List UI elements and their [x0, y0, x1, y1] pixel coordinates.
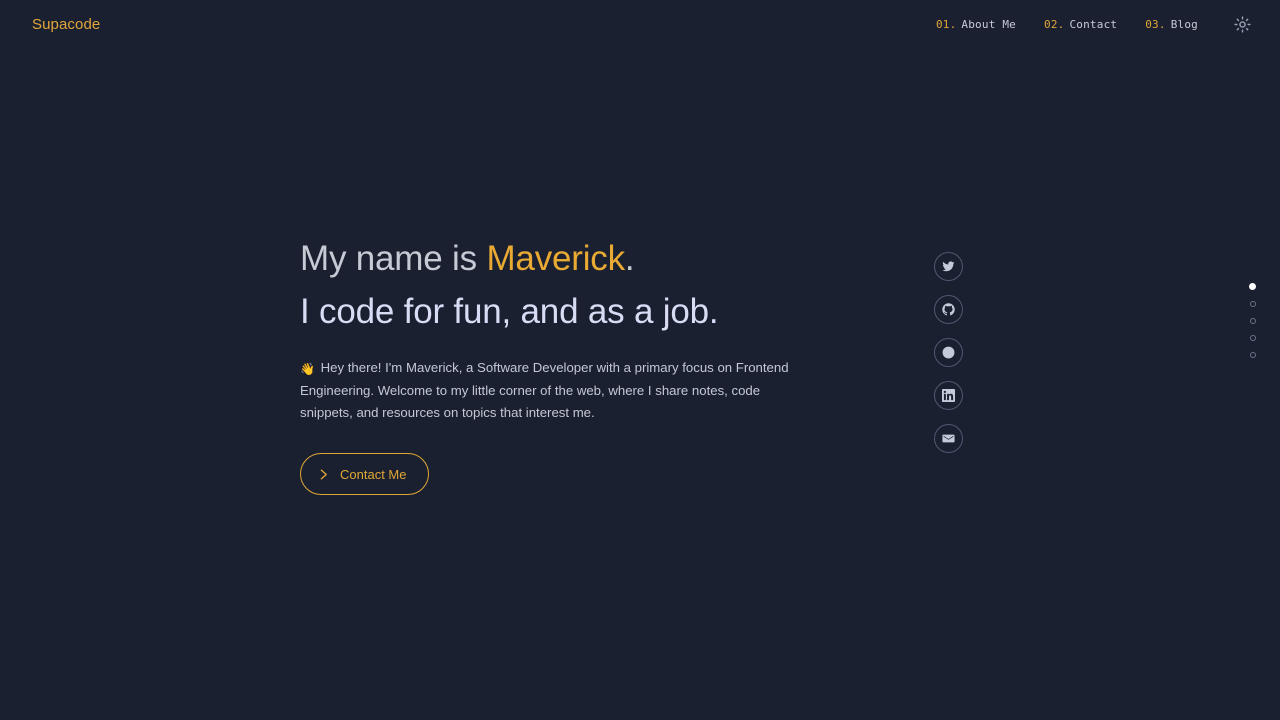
- section-dot[interactable]: [1249, 352, 1256, 358]
- nav-item-about-me[interactable]: 01. About Me: [922, 14, 1030, 35]
- social-link-github[interactable]: [934, 295, 963, 324]
- hero-headline-name: Maverick: [486, 239, 625, 278]
- nav-item-blog[interactable]: 03. Blog: [1131, 14, 1212, 35]
- brand-logo[interactable]: Supacode: [32, 17, 100, 32]
- social-link-dribbble[interactable]: [934, 338, 963, 367]
- sun-icon: [1233, 15, 1251, 33]
- hero-bio: 👋 Hey there! I'm Maverick, a Software De…: [300, 357, 810, 423]
- hero-headline-secondary: I code for fun, and as a job.: [300, 292, 719, 331]
- linkedin-icon: [942, 389, 955, 402]
- social-link-twitter[interactable]: [934, 252, 963, 281]
- section-dot[interactable]: [1249, 318, 1256, 324]
- github-icon: [942, 303, 955, 316]
- chevron-right-icon: [317, 468, 330, 481]
- nav-item-contact[interactable]: 02. Contact: [1030, 14, 1131, 35]
- section-dot[interactable]: [1249, 335, 1256, 341]
- nav-item-label: About Me: [961, 17, 1016, 31]
- theme-toggle-button[interactable]: [1228, 10, 1256, 38]
- dribbble-icon: [942, 346, 955, 359]
- site-header: Supacode 01. About Me 02. Contact 03. Bl…: [0, 0, 1280, 48]
- hero-section: My name is Maverick. I code for fun, and…: [300, 236, 940, 496]
- social-link-email[interactable]: [934, 424, 963, 453]
- hero-bio-text: Hey there! I'm Maverick, a Software Deve…: [300, 360, 789, 420]
- section-dot[interactable]: [1249, 283, 1256, 290]
- hero-headline-prefix: My name is: [300, 239, 487, 278]
- twitter-icon: [942, 260, 955, 273]
- waving-hand-icon: 👋: [300, 362, 315, 376]
- nav-item-number: 02.: [1044, 17, 1065, 31]
- contact-me-button[interactable]: Contact Me: [300, 453, 430, 496]
- nav-item-label: Blog: [1170, 17, 1198, 31]
- nav-item-number: 01.: [935, 17, 957, 31]
- section-dots-nav: [1249, 283, 1256, 358]
- social-link-linkedin[interactable]: [934, 381, 963, 410]
- social-links-rail: [934, 252, 963, 453]
- primary-nav: 01. About Me 02. Contact 03. Blog: [922, 10, 1256, 38]
- hero-headline-primary: My name is Maverick.: [300, 236, 940, 282]
- hero-headline-period: .: [624, 239, 635, 278]
- nav-item-number: 03.: [1145, 17, 1166, 31]
- contact-me-label: Contact Me: [340, 466, 407, 482]
- section-dot[interactable]: [1249, 301, 1256, 307]
- nav-item-label: Contact: [1069, 17, 1118, 31]
- email-icon: [942, 432, 955, 445]
